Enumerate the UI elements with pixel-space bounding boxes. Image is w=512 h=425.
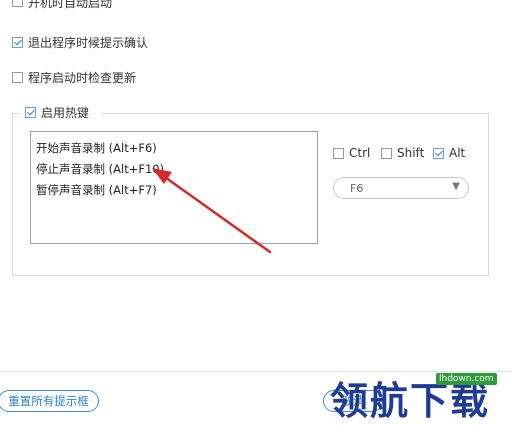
reset-prompts-button[interactable]: 重置所有提示框	[0, 390, 99, 412]
annotation-arrow-icon	[152, 168, 272, 254]
watermark-url: lhdown.com	[436, 373, 497, 385]
